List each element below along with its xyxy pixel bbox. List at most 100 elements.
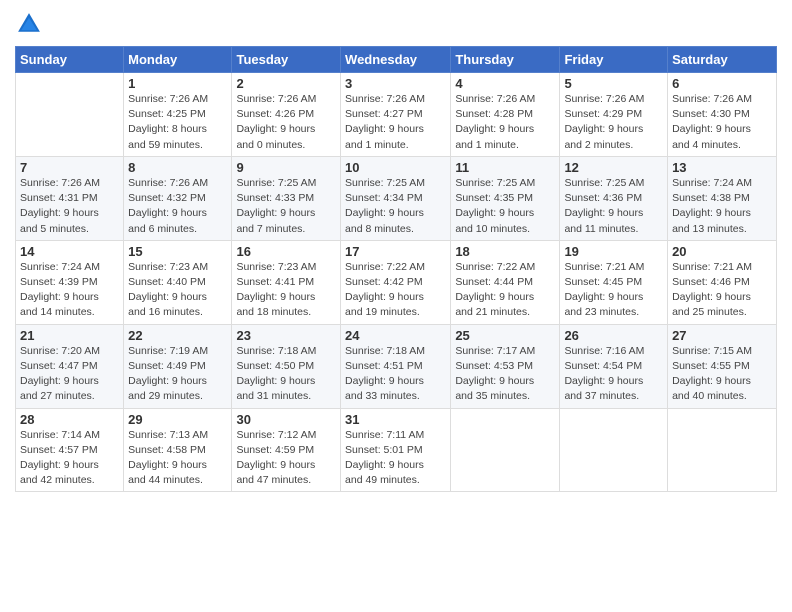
calendar-cell xyxy=(668,408,777,492)
day-info: Sunrise: 7:15 AMSunset: 4:55 PMDaylight:… xyxy=(672,344,772,405)
calendar-table: SundayMondayTuesdayWednesdayThursdayFrid… xyxy=(15,46,777,492)
day-info: Sunrise: 7:26 AMSunset: 4:28 PMDaylight:… xyxy=(455,92,555,153)
calendar-cell: 21Sunrise: 7:20 AMSunset: 4:47 PMDayligh… xyxy=(16,324,124,408)
day-info: Sunrise: 7:25 AMSunset: 4:35 PMDaylight:… xyxy=(455,176,555,237)
calendar-cell: 7Sunrise: 7:26 AMSunset: 4:31 PMDaylight… xyxy=(16,156,124,240)
day-info: Sunrise: 7:26 AMSunset: 4:31 PMDaylight:… xyxy=(20,176,119,237)
day-info: Sunrise: 7:26 AMSunset: 4:29 PMDaylight:… xyxy=(564,92,663,153)
day-info: Sunrise: 7:22 AMSunset: 4:42 PMDaylight:… xyxy=(345,260,446,321)
logo xyxy=(15,10,47,38)
day-number: 5 xyxy=(564,76,663,91)
day-info: Sunrise: 7:21 AMSunset: 4:45 PMDaylight:… xyxy=(564,260,663,321)
day-number: 24 xyxy=(345,328,446,343)
weekday-header-monday: Monday xyxy=(124,47,232,73)
day-info: Sunrise: 7:20 AMSunset: 4:47 PMDaylight:… xyxy=(20,344,119,405)
calendar-cell: 17Sunrise: 7:22 AMSunset: 4:42 PMDayligh… xyxy=(341,240,451,324)
calendar-cell: 10Sunrise: 7:25 AMSunset: 4:34 PMDayligh… xyxy=(341,156,451,240)
calendar-cell: 15Sunrise: 7:23 AMSunset: 4:40 PMDayligh… xyxy=(124,240,232,324)
day-number: 15 xyxy=(128,244,227,259)
day-info: Sunrise: 7:14 AMSunset: 4:57 PMDaylight:… xyxy=(20,428,119,489)
week-row-1: 1Sunrise: 7:26 AMSunset: 4:25 PMDaylight… xyxy=(16,73,777,157)
calendar-cell: 6Sunrise: 7:26 AMSunset: 4:30 PMDaylight… xyxy=(668,73,777,157)
day-info: Sunrise: 7:23 AMSunset: 4:40 PMDaylight:… xyxy=(128,260,227,321)
calendar-cell: 31Sunrise: 7:11 AMSunset: 5:01 PMDayligh… xyxy=(341,408,451,492)
weekday-header-sunday: Sunday xyxy=(16,47,124,73)
day-info: Sunrise: 7:16 AMSunset: 4:54 PMDaylight:… xyxy=(564,344,663,405)
day-number: 3 xyxy=(345,76,446,91)
day-info: Sunrise: 7:25 AMSunset: 4:36 PMDaylight:… xyxy=(564,176,663,237)
calendar-cell: 27Sunrise: 7:15 AMSunset: 4:55 PMDayligh… xyxy=(668,324,777,408)
day-number: 2 xyxy=(236,76,336,91)
day-number: 28 xyxy=(20,412,119,427)
day-number: 11 xyxy=(455,160,555,175)
day-number: 23 xyxy=(236,328,336,343)
day-number: 10 xyxy=(345,160,446,175)
day-info: Sunrise: 7:17 AMSunset: 4:53 PMDaylight:… xyxy=(455,344,555,405)
day-info: Sunrise: 7:25 AMSunset: 4:34 PMDaylight:… xyxy=(345,176,446,237)
day-number: 8 xyxy=(128,160,227,175)
calendar-cell: 26Sunrise: 7:16 AMSunset: 4:54 PMDayligh… xyxy=(560,324,668,408)
day-number: 14 xyxy=(20,244,119,259)
day-info: Sunrise: 7:26 AMSunset: 4:30 PMDaylight:… xyxy=(672,92,772,153)
day-info: Sunrise: 7:11 AMSunset: 5:01 PMDaylight:… xyxy=(345,428,446,489)
day-info: Sunrise: 7:25 AMSunset: 4:33 PMDaylight:… xyxy=(236,176,336,237)
day-number: 4 xyxy=(455,76,555,91)
day-info: Sunrise: 7:24 AMSunset: 4:38 PMDaylight:… xyxy=(672,176,772,237)
day-number: 9 xyxy=(236,160,336,175)
day-number: 20 xyxy=(672,244,772,259)
day-number: 1 xyxy=(128,76,227,91)
day-number: 17 xyxy=(345,244,446,259)
weekday-header-friday: Friday xyxy=(560,47,668,73)
calendar-cell: 11Sunrise: 7:25 AMSunset: 4:35 PMDayligh… xyxy=(451,156,560,240)
day-number: 27 xyxy=(672,328,772,343)
day-number: 21 xyxy=(20,328,119,343)
weekday-header-saturday: Saturday xyxy=(668,47,777,73)
day-info: Sunrise: 7:12 AMSunset: 4:59 PMDaylight:… xyxy=(236,428,336,489)
day-info: Sunrise: 7:18 AMSunset: 4:50 PMDaylight:… xyxy=(236,344,336,405)
calendar-cell: 4Sunrise: 7:26 AMSunset: 4:28 PMDaylight… xyxy=(451,73,560,157)
calendar-cell: 22Sunrise: 7:19 AMSunset: 4:49 PMDayligh… xyxy=(124,324,232,408)
calendar-cell: 30Sunrise: 7:12 AMSunset: 4:59 PMDayligh… xyxy=(232,408,341,492)
calendar-cell xyxy=(451,408,560,492)
calendar-cell xyxy=(16,73,124,157)
day-number: 7 xyxy=(20,160,119,175)
day-info: Sunrise: 7:23 AMSunset: 4:41 PMDaylight:… xyxy=(236,260,336,321)
calendar-cell xyxy=(560,408,668,492)
calendar-cell: 12Sunrise: 7:25 AMSunset: 4:36 PMDayligh… xyxy=(560,156,668,240)
day-info: Sunrise: 7:26 AMSunset: 4:26 PMDaylight:… xyxy=(236,92,336,153)
calendar-cell: 25Sunrise: 7:17 AMSunset: 4:53 PMDayligh… xyxy=(451,324,560,408)
calendar-cell: 16Sunrise: 7:23 AMSunset: 4:41 PMDayligh… xyxy=(232,240,341,324)
week-row-3: 14Sunrise: 7:24 AMSunset: 4:39 PMDayligh… xyxy=(16,240,777,324)
calendar-cell: 23Sunrise: 7:18 AMSunset: 4:50 PMDayligh… xyxy=(232,324,341,408)
calendar-cell: 18Sunrise: 7:22 AMSunset: 4:44 PMDayligh… xyxy=(451,240,560,324)
day-number: 16 xyxy=(236,244,336,259)
logo-icon xyxy=(15,10,43,38)
calendar-cell: 8Sunrise: 7:26 AMSunset: 4:32 PMDaylight… xyxy=(124,156,232,240)
calendar-cell: 9Sunrise: 7:25 AMSunset: 4:33 PMDaylight… xyxy=(232,156,341,240)
day-info: Sunrise: 7:18 AMSunset: 4:51 PMDaylight:… xyxy=(345,344,446,405)
day-number: 25 xyxy=(455,328,555,343)
day-info: Sunrise: 7:26 AMSunset: 4:25 PMDaylight:… xyxy=(128,92,227,153)
day-number: 26 xyxy=(564,328,663,343)
calendar-cell: 20Sunrise: 7:21 AMSunset: 4:46 PMDayligh… xyxy=(668,240,777,324)
calendar-cell: 3Sunrise: 7:26 AMSunset: 4:27 PMDaylight… xyxy=(341,73,451,157)
calendar-cell: 24Sunrise: 7:18 AMSunset: 4:51 PMDayligh… xyxy=(341,324,451,408)
day-info: Sunrise: 7:26 AMSunset: 4:27 PMDaylight:… xyxy=(345,92,446,153)
day-number: 18 xyxy=(455,244,555,259)
weekday-header-wednesday: Wednesday xyxy=(341,47,451,73)
day-info: Sunrise: 7:24 AMSunset: 4:39 PMDaylight:… xyxy=(20,260,119,321)
page-header xyxy=(15,10,777,38)
week-row-2: 7Sunrise: 7:26 AMSunset: 4:31 PMDaylight… xyxy=(16,156,777,240)
calendar-cell: 29Sunrise: 7:13 AMSunset: 4:58 PMDayligh… xyxy=(124,408,232,492)
week-row-5: 28Sunrise: 7:14 AMSunset: 4:57 PMDayligh… xyxy=(16,408,777,492)
week-row-4: 21Sunrise: 7:20 AMSunset: 4:47 PMDayligh… xyxy=(16,324,777,408)
calendar-cell: 5Sunrise: 7:26 AMSunset: 4:29 PMDaylight… xyxy=(560,73,668,157)
calendar-cell: 2Sunrise: 7:26 AMSunset: 4:26 PMDaylight… xyxy=(232,73,341,157)
day-info: Sunrise: 7:19 AMSunset: 4:49 PMDaylight:… xyxy=(128,344,227,405)
day-number: 19 xyxy=(564,244,663,259)
day-number: 31 xyxy=(345,412,446,427)
weekday-header-tuesday: Tuesday xyxy=(232,47,341,73)
day-info: Sunrise: 7:26 AMSunset: 4:32 PMDaylight:… xyxy=(128,176,227,237)
day-number: 13 xyxy=(672,160,772,175)
day-info: Sunrise: 7:21 AMSunset: 4:46 PMDaylight:… xyxy=(672,260,772,321)
